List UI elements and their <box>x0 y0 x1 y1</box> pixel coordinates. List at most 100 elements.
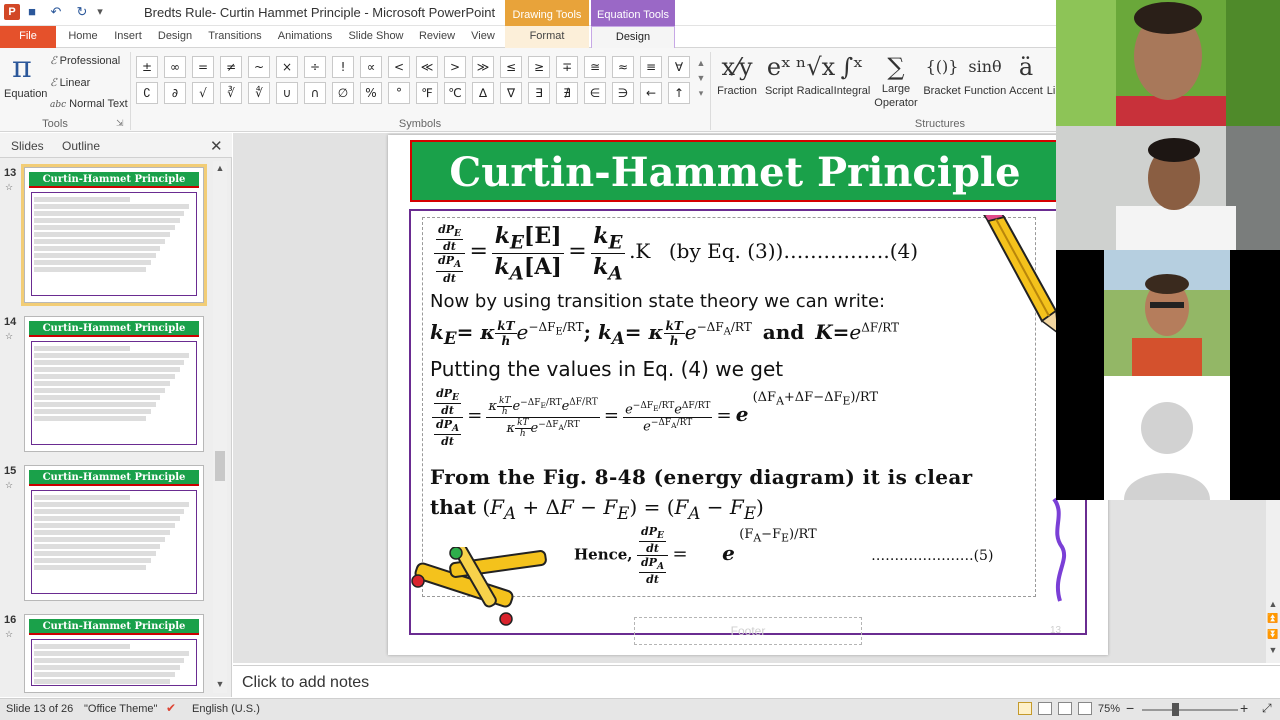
normal-view-icon[interactable] <box>1018 702 1032 715</box>
tab-design[interactable]: Design <box>154 26 196 48</box>
scroll-down-icon[interactable]: ▼ <box>213 679 227 689</box>
symbol-button[interactable]: ∋ <box>612 82 634 104</box>
slide-thumbnail[interactable]: Curtin-Hammet Principle <box>24 465 204 601</box>
symbol-button[interactable]: ∜ <box>248 82 270 104</box>
scroll-up-icon[interactable]: ▲ <box>213 163 227 173</box>
structure-function-button[interactable]: sinθ Function <box>964 50 1006 98</box>
symbol-button[interactable]: ≅ <box>584 56 606 78</box>
symbol-button[interactable]: ∄ <box>556 82 578 104</box>
tab-outline[interactable]: Outline <box>62 139 100 153</box>
zoom-level[interactable]: 75% <box>1098 703 1120 715</box>
symbol-button[interactable]: ∀ <box>668 56 690 78</box>
symbols-scroll-down-icon[interactable]: ▼ <box>696 71 706 86</box>
tab-file[interactable]: File <box>0 26 56 48</box>
symbol-button[interactable]: ∞ <box>164 56 186 78</box>
redo-icon[interactable]: ↻ <box>74 4 90 20</box>
structure-large-operator-button[interactable]: ∑ Large Operator <box>872 50 920 110</box>
symbol-button[interactable]: < <box>388 56 410 78</box>
symbol-button[interactable]: ° <box>388 82 410 104</box>
scroll-down-icon[interactable]: ▼ <box>1266 645 1280 655</box>
linear-button[interactable]: ℰ Linear <box>50 76 90 89</box>
substitution-equation[interactable]: dPE dt dPA dt = κ kT h e−ΔFE/RTeΔF/RT κ kT h e−Δ… <box>432 387 878 448</box>
symbol-button[interactable]: ∂ <box>164 82 186 104</box>
symbols-scroll[interactable]: ▲ ▼ ▾ <box>696 56 706 104</box>
tab-home[interactable]: Home <box>62 26 104 48</box>
notes-placeholder[interactable]: Click to add notes <box>242 674 369 692</box>
symbol-button[interactable]: ≈ <box>612 56 634 78</box>
relation-equation[interactable]: that (FA + ΔF − FE) = (FA − FE) <box>430 495 764 523</box>
symbol-button[interactable]: = <box>192 56 214 78</box>
zoom-slider[interactable] <box>1142 709 1238 711</box>
text-putting-values[interactable]: Putting the values in Eq. (4) we get <box>430 357 783 381</box>
slide-canvas[interactable]: Curtin-Hammet Principle dPE dt dPA dt = kE… <box>388 135 1108 655</box>
tab-equation-design[interactable]: Design <box>591 26 675 48</box>
structure-integral-button[interactable]: ∫ˣ Integral <box>832 50 872 98</box>
symbol-button[interactable]: ← <box>640 82 662 104</box>
symbol-button[interactable]: ± <box>136 56 158 78</box>
footer-placeholder[interactable]: Footer <box>634 617 862 645</box>
tab-animations[interactable]: Animations <box>274 26 336 48</box>
customize-qat-icon[interactable]: ▾ <box>92 4 108 20</box>
reading-view-icon[interactable] <box>1058 702 1072 715</box>
scroll-up-icon[interactable]: ▲ <box>1266 599 1280 609</box>
structure-radical-button[interactable]: ⁿ√x Radical <box>796 50 835 98</box>
tools-launcher-icon[interactable]: ⇲ <box>116 118 124 129</box>
theme-name[interactable]: "Office Theme" <box>84 703 157 715</box>
tab-format[interactable]: Format <box>505 26 589 48</box>
symbol-button[interactable]: > <box>444 56 466 78</box>
symbol-button[interactable]: ! <box>332 56 354 78</box>
participant-video[interactable] <box>1104 250 1230 376</box>
symbol-button[interactable]: ∪ <box>276 82 298 104</box>
undo-icon[interactable]: ↶ <box>48 4 64 20</box>
previous-slide-icon[interactable]: ⏫ <box>1266 613 1280 624</box>
symbol-button[interactable]: ≥ <box>528 56 550 78</box>
symbol-button[interactable]: ℃ <box>444 82 466 104</box>
symbol-button[interactable]: √ <box>192 82 214 104</box>
symbols-scroll-up-icon[interactable]: ▲ <box>696 56 706 71</box>
symbol-button[interactable]: ~ <box>248 56 270 78</box>
equation-4[interactable]: dPE dt dPA dt = kE[E] kA[A] = kE kA .K (by E… <box>434 223 918 285</box>
zoom-slider-thumb[interactable] <box>1172 703 1179 716</box>
zoom-out-button[interactable]: − <box>1126 700 1134 716</box>
tab-review[interactable]: Review <box>416 26 458 48</box>
save-icon[interactable]: ■ <box>24 4 40 20</box>
symbol-button[interactable]: ℉ <box>416 82 438 104</box>
tab-slide-show[interactable]: Slide Show <box>342 26 410 48</box>
fit-slide-icon[interactable]: ⤢ <box>1262 701 1272 716</box>
language[interactable]: English (U.S.) <box>192 703 260 715</box>
symbol-button[interactable]: ∛ <box>220 82 242 104</box>
slide-thumbnail[interactable]: Curtin-Hammet Principle <box>24 316 204 452</box>
text-from-the-fig[interactable]: From the Fig. 8-48 (energy diagram) it i… <box>430 465 973 489</box>
normal-text-button[interactable]: abc Normal Text <box>50 98 128 110</box>
tab-slides[interactable]: Slides <box>11 139 44 153</box>
equation-5[interactable]: Hence, dPE dt dPA dt = e (FA−FE)/RT ………………… <box>574 525 993 586</box>
participant-video[interactable] <box>1056 126 1280 250</box>
tab-insert[interactable]: Insert <box>108 26 148 48</box>
symbol-button[interactable]: ∝ <box>360 56 382 78</box>
notes-pane[interactable]: Click to add notes <box>233 665 1280 697</box>
slides-scrollbar[interactable]: ▲ ▼ <box>213 161 227 693</box>
symbol-button[interactable]: ∇ <box>500 82 522 104</box>
symbol-button[interactable]: ∩ <box>304 82 326 104</box>
symbol-button[interactable]: ∆ <box>472 82 494 104</box>
structure-accent-button[interactable]: ä Accent <box>1008 50 1044 98</box>
symbol-button[interactable]: ∁ <box>136 82 158 104</box>
professional-button[interactable]: ℰ Professional <box>50 54 120 67</box>
symbol-button[interactable]: ≡ <box>640 56 662 78</box>
next-slide-icon[interactable]: ⏬ <box>1266 629 1280 640</box>
participant-avatar[interactable] <box>1104 376 1230 500</box>
symbol-button[interactable]: ≠ <box>220 56 242 78</box>
structure-bracket-button[interactable]: {()} Bracket <box>922 50 962 98</box>
proofing-icon[interactable]: ✔ <box>166 701 176 715</box>
participant-video[interactable] <box>1056 0 1280 126</box>
tab-transitions[interactable]: Transitions <box>202 26 268 48</box>
slide-title[interactable]: Curtin-Hammet Principle <box>410 140 1060 202</box>
structure-li-button[interactable]: Li <box>1046 50 1056 98</box>
symbol-button[interactable]: ≤ <box>500 56 522 78</box>
symbol-button[interactable]: ≪ <box>416 56 438 78</box>
symbol-button[interactable]: ∅ <box>332 82 354 104</box>
slides-scroll-thumb[interactable] <box>215 451 225 481</box>
symbol-button[interactable]: × <box>276 56 298 78</box>
slide-thumbnail[interactable]: Curtin-Hammet Principle <box>24 614 204 693</box>
symbol-button[interactable]: % <box>360 82 382 104</box>
